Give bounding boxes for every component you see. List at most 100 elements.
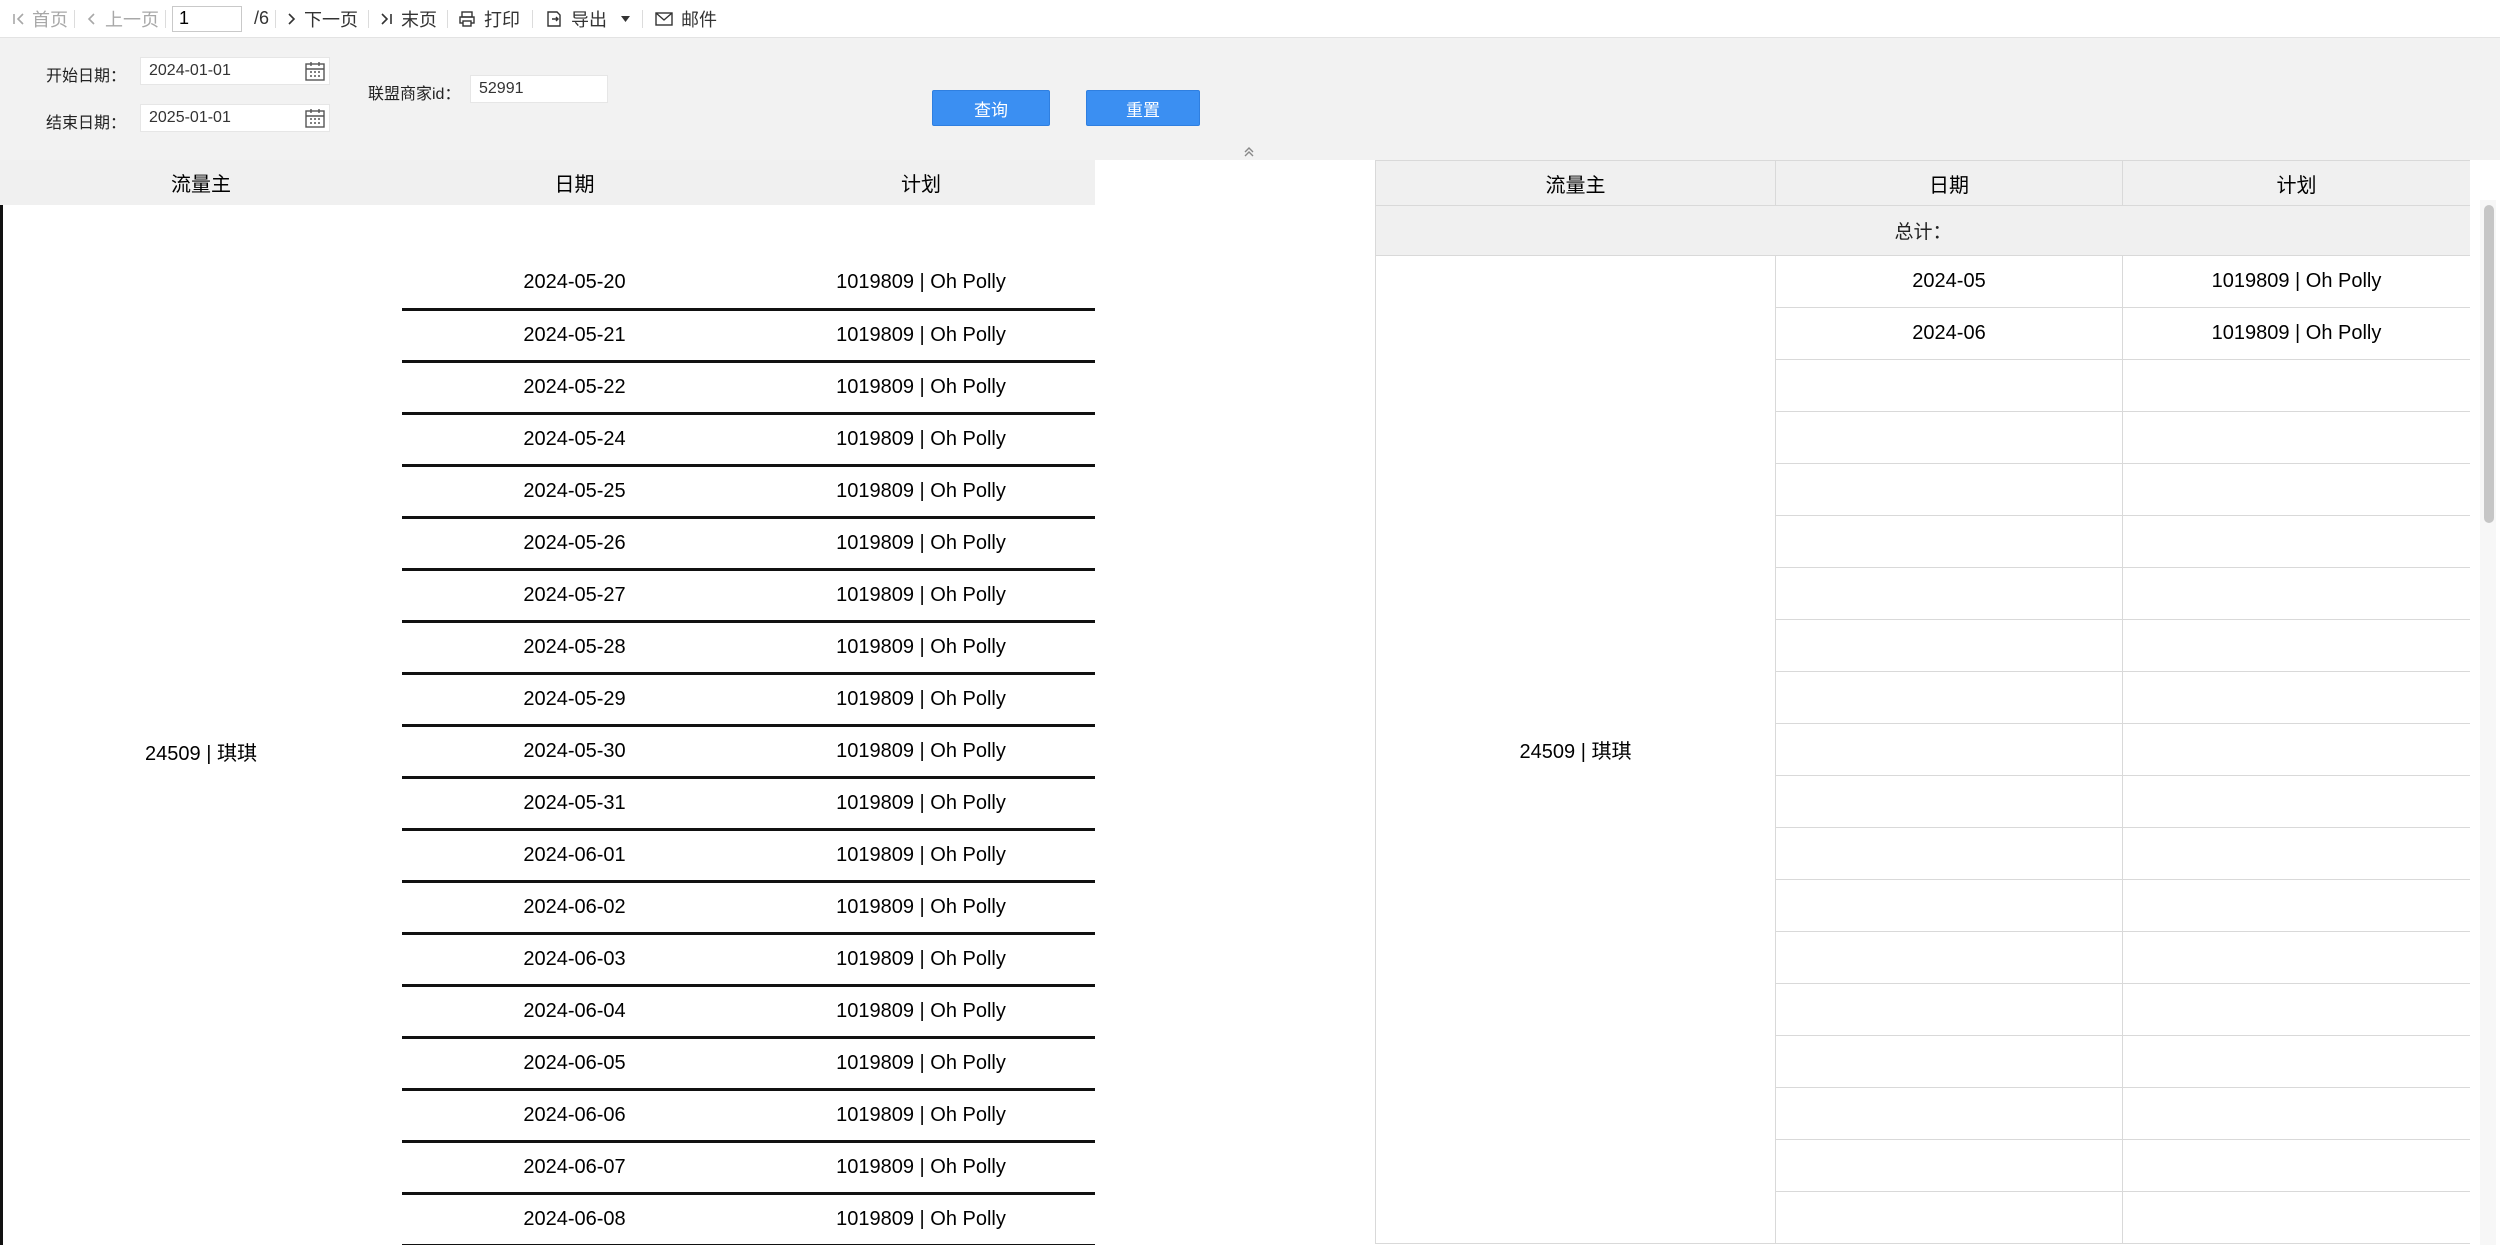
plan-cell [2122,619,2470,672]
next-page-label: 下一页 [304,9,359,30]
page-number-input[interactable] [172,5,242,32]
print-label: 打印 [484,9,521,30]
plan-cell [2122,1035,2470,1088]
date-cell: 2024-05-27 [402,569,747,623]
plan-cell: 1019809 | Oh Polly [747,257,1095,311]
plan-cell: 1019809 | Oh Polly [747,465,1095,519]
plan-cell: 1019809 | Oh Polly [747,621,1095,675]
plan-cell: 1019809 | Oh Polly [747,777,1095,831]
toolbar-divider [642,9,644,28]
mail-button[interactable]: 邮件 [655,0,717,38]
caret-down-icon [621,15,631,22]
plan-cell [2122,671,2470,724]
calendar-icon[interactable] [304,107,326,129]
daily-detail-table: 流量主 日期 计划 24509 | 琪琪 2024-05-20 1019809 | … [0,160,1095,1245]
plan-cell [2122,411,2470,464]
plan-cell: 1019809 | Oh Polly [747,309,1095,363]
print-button[interactable]: 打印 [458,0,520,38]
collapse-icon[interactable] [1242,145,1256,159]
plan-cell: 1019809 | Oh Polly [2122,307,2470,360]
column-header[interactable]: 流量主 [1375,160,1776,206]
plan-cell [2122,515,2470,568]
mail-icon [655,11,673,26]
monthly-summary-table: 流量主 日期 计划 总计： 24509 | 琪琪 2024-05 1019809 | … [1375,160,2470,1244]
printer-icon [458,10,476,28]
date-cell [1775,619,2123,672]
start-date-field[interactable]: 2024-01-01 [140,57,330,85]
filter-panel: 开始日期： 2024-01-01 结束日期： 2025-01-01 联盟商家id… [0,38,2500,160]
date-cell [1775,515,2123,568]
next-page-button[interactable]: 下一页 [286,0,358,38]
toolbar-divider [275,9,277,28]
plan-cell: 1019809 | Oh Polly [2122,255,2470,308]
spacer-row [0,205,1095,257]
date-cell: 2024-06-04 [402,985,747,1039]
date-cell: 2024-06-02 [402,881,747,935]
plan-cell [2122,931,2470,984]
end-date-field[interactable]: 2025-01-01 [140,104,330,132]
plan-cell: 1019809 | Oh Polly [747,1141,1095,1195]
date-cell [1775,827,2123,880]
date-cell: 2024-05-26 [402,517,747,571]
merchant-id-field[interactable]: 52991 [470,75,608,103]
reset-button[interactable]: 重置 [1086,90,1200,126]
export-icon [545,10,563,28]
table-row: 24509 | 琪琪 2024-05-20 1019809 | Oh Polly [0,257,1095,765]
last-page-button[interactable]: 末页 [379,0,437,38]
plan-cell: 1019809 | Oh Polly [747,725,1095,779]
plan-cell: 1019809 | Oh Polly [747,673,1095,727]
date-cell [1775,1087,2123,1140]
plan-cell [2122,1139,2470,1192]
export-label: 导出 [571,9,608,30]
scrollbar-thumb[interactable] [2484,205,2494,523]
spacer-cell [0,205,1095,257]
last-page-icon [379,12,393,26]
publisher-cell: 24509 | 琪琪 [1375,255,1776,1244]
plan-cell: 1019809 | Oh Polly [747,829,1095,883]
plan-cell [2122,359,2470,412]
first-page-button[interactable]: 首页 [12,0,68,38]
date-cell [1775,931,2123,984]
column-header[interactable]: 日期 [402,160,747,205]
first-page-label: 首页 [32,9,68,30]
date-cell [1775,983,2123,1036]
date-cell: 2024-06-08 [402,1193,747,1245]
merchant-id-label: 联盟商家id： [368,86,461,103]
column-header[interactable]: 日期 [1775,160,2123,206]
calendar-icon[interactable] [304,60,326,82]
date-cell: 2024-05-28 [402,621,747,675]
date-cell [1775,1035,2123,1088]
end-date-label: 结束日期： [46,115,127,132]
date-cell [1775,775,2123,828]
prev-page-label: 上一页 [105,9,159,30]
plan-cell [2122,567,2470,620]
export-button[interactable]: 导出 [545,0,631,38]
date-cell: 2024-06-01 [402,829,747,883]
chevron-right-icon [286,12,296,26]
plan-cell: 1019809 | Oh Polly [747,413,1095,467]
plan-cell: 1019809 | Oh Polly [747,985,1095,1039]
date-cell [1775,463,2123,516]
query-button[interactable]: 查询 [932,90,1050,126]
first-page-icon [12,12,26,26]
date-cell: 2024-05 [1775,255,2123,308]
plan-cell: 1019809 | Oh Polly [747,361,1095,415]
total-label: 总计： [1375,205,2470,256]
column-header[interactable]: 计划 [747,160,1095,205]
last-page-label: 末页 [401,9,438,30]
date-cell: 2024-05-21 [402,309,747,363]
date-cell [1775,359,2123,412]
toolbar-divider [447,9,449,28]
toolbar-divider [165,9,166,28]
toolbar-divider [532,9,534,28]
column-header[interactable]: 流量主 [0,160,402,205]
page-total: /6 [254,8,270,28]
column-header[interactable]: 计划 [2122,160,2470,206]
prev-page-button[interactable]: 上一页 [87,0,159,38]
plan-cell [2122,723,2470,776]
table-header-row: 流量主 日期 计划 [1375,160,2470,206]
plan-cell: 1019809 | Oh Polly [747,1193,1095,1245]
plan-cell [2122,1087,2470,1140]
chevron-left-icon [87,12,97,26]
plan-cell: 1019809 | Oh Polly [747,569,1095,623]
